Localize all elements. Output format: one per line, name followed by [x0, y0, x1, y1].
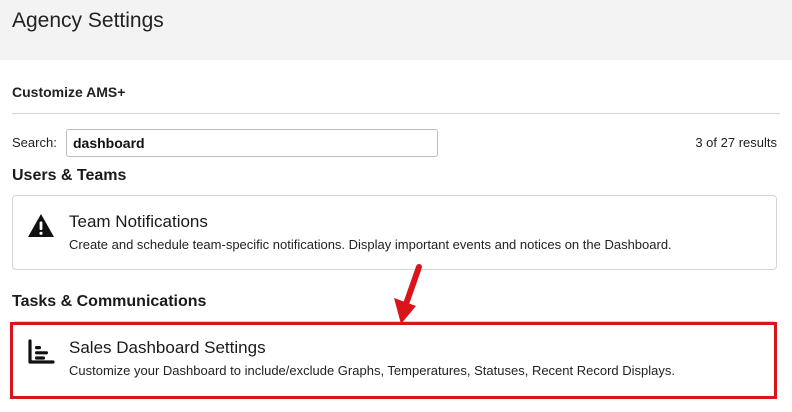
search-input[interactable]: [66, 129, 438, 157]
card-description: Customize your Dashboard to include/excl…: [69, 363, 675, 378]
results-count: 3 of 27 results: [695, 135, 777, 150]
setting-card-sales-dashboard-settings[interactable]: Sales Dashboard Settings Customize your …: [12, 321, 777, 398]
group-heading-users-teams: Users & Teams: [12, 167, 127, 184]
group-heading-tasks-communications: Tasks & Communications: [12, 293, 207, 310]
setting-card-team-notifications[interactable]: Team Notifications Create and schedule t…: [12, 195, 777, 270]
section-title: Customize AMS+: [12, 84, 126, 100]
warning-icon: [28, 214, 54, 237]
bar-chart-icon: [28, 339, 55, 364]
agency-settings-page: Agency Settings Customize AMS+ Search: 3…: [0, 0, 792, 412]
card-description: Create and schedule team-specific notifi…: [69, 237, 672, 252]
page-title: Agency Settings: [12, 9, 164, 32]
page-header: Agency Settings: [0, 0, 792, 60]
search-label: Search:: [12, 135, 57, 150]
card-title: Sales Dashboard Settings: [69, 338, 266, 357]
red-arrow-annotation: [394, 264, 422, 324]
section-divider: [12, 113, 780, 114]
card-title: Team Notifications: [69, 212, 208, 231]
